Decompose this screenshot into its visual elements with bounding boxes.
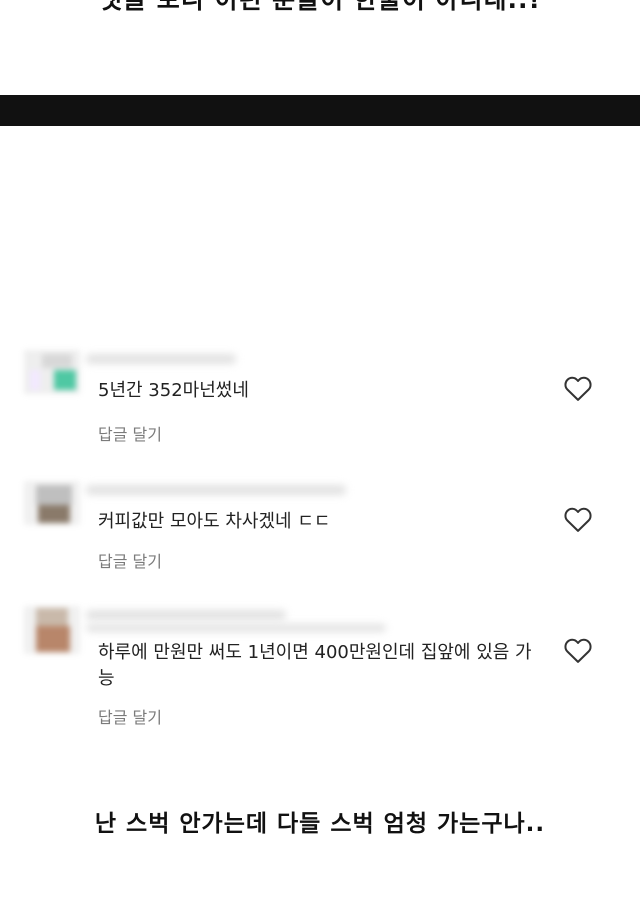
username-blurred: [86, 485, 346, 495]
comment-text: 하루에 만원만 써도 1년이면 400만원인데 집앞에 있음 가능: [98, 642, 532, 689]
comment-text: 커피값만 모아도 차사겠네 ㄷㄷ: [98, 511, 331, 532]
top-caption: 댓글 보니 이런 분들이 한둘이 아니네..!: [0, 0, 640, 16]
bottom-caption: 난 스벅 안가는데 다들 스벅 엄청 가는구나..: [94, 811, 546, 837]
avatar: [24, 481, 80, 525]
comment-text: 5년간 352마넌썼네: [98, 380, 249, 401]
dark-divider-band: [0, 95, 640, 126]
reply-button[interactable]: 답글 달기: [98, 704, 162, 728]
heart-outline-icon[interactable]: [563, 636, 593, 664]
avatar: [24, 350, 80, 394]
heart-outline-icon[interactable]: [563, 374, 593, 402]
reply-button[interactable]: 답글 달기: [98, 421, 162, 445]
screenshot-canvas: 댓글 보니 이런 분들이 한둘이 아니네..! 5년간 352마넌썼네 답글 달…: [0, 0, 640, 918]
username-blurred: [86, 610, 286, 620]
username-blurred: [86, 624, 386, 632]
heart-outline-icon[interactable]: [563, 505, 593, 533]
username-blurred: [86, 354, 236, 364]
reply-button[interactable]: 답글 달기: [98, 548, 162, 572]
avatar: [24, 606, 80, 654]
